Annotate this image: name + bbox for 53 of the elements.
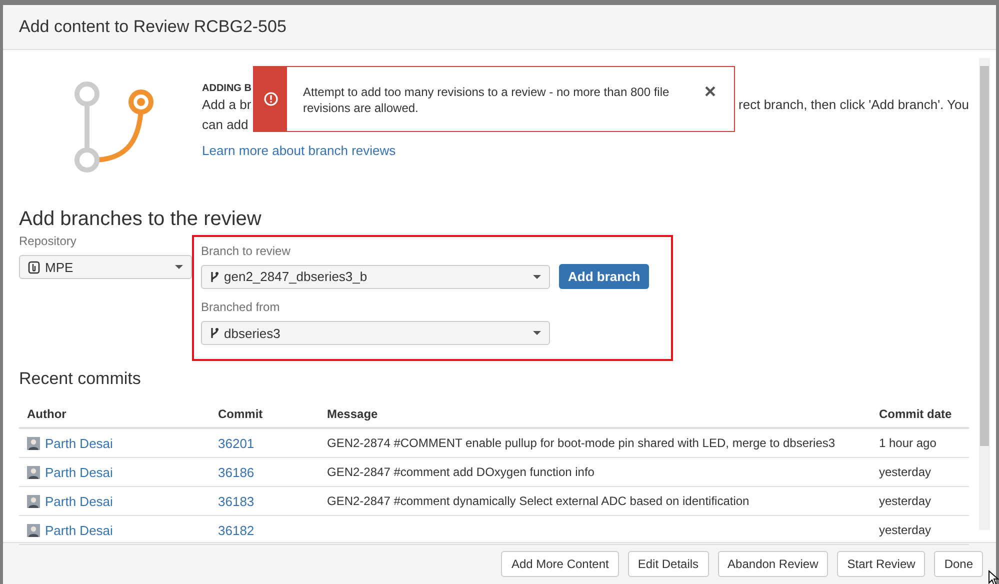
form-title: Add branches to the review <box>19 207 262 231</box>
description-text: Add a br <box>202 96 252 114</box>
footer-button[interactable]: Abandon Review <box>718 550 828 576</box>
column-header: Commit <box>210 400 319 428</box>
branch-icon <box>210 327 219 339</box>
commit-link[interactable]: 36182 <box>218 522 254 538</box>
caret-icon <box>533 274 541 278</box>
branch-icon <box>210 270 219 282</box>
commit-message: GEN2-2847 #comment add DOxygen function info <box>327 465 594 479</box>
alert-message: Attempt to add too many revisions to a review - no more than 800 file revisions are allowed. <box>302 84 670 116</box>
description-text: can add <box>202 116 248 134</box>
repository-select[interactable]: MPE <box>19 255 192 279</box>
section-heading: ADDING B <box>202 83 252 95</box>
branch-select[interactable]: gen2_2847_dbseries3_b <box>201 264 550 288</box>
commit-link[interactable]: 36186 <box>218 464 254 480</box>
field-label: Repository <box>19 233 76 249</box>
caret-icon <box>175 265 183 269</box>
column-header: Message <box>319 400 871 428</box>
avatar-icon <box>27 524 40 536</box>
column-header: Commit date <box>871 400 969 428</box>
learn-more-link[interactable]: Learn more about branch reviews <box>202 143 396 158</box>
dialog-title: Add content to Review RCBG2-505 <box>19 17 286 37</box>
commit-date: yesterday <box>879 465 932 479</box>
commit-date: yesterday <box>879 494 932 508</box>
author-link[interactable]: Parth Desai <box>45 464 113 480</box>
author-link[interactable]: Parth Desai <box>45 522 113 538</box>
avatar-icon <box>27 466 40 478</box>
column-header: Author <box>19 400 210 428</box>
author-link[interactable]: Parth Desai <box>45 436 113 450</box>
field-label: Branch to review <box>201 243 290 259</box>
footer-button[interactable]: Start Review <box>837 550 926 576</box>
repository-icon <box>28 260 40 274</box>
footer-button[interactable]: Edit Details <box>628 550 709 576</box>
close-button[interactable]: × <box>704 83 716 101</box>
caret-icon <box>533 331 541 335</box>
commit-message: GEN2-2874 #COMMENT enable pullup for boot-mode pin shared with LED, merge to dbseries3 <box>327 436 836 450</box>
commit-date: 1 hour ago <box>879 436 936 450</box>
avatar-icon <box>27 494 40 508</box>
scrollbar[interactable] <box>979 58 990 530</box>
add-branch-button[interactable]: Add branch <box>559 264 650 289</box>
commit-message: GEN2-2847 #comment dynamically Select external ADC based on identification <box>327 494 750 508</box>
footer-button[interactable]: Done <box>934 550 983 576</box>
section-title: Recent commits <box>19 368 141 390</box>
author-link[interactable]: Parth Desai <box>45 494 113 508</box>
commit-date: yesterday <box>879 523 932 537</box>
error-icon <box>264 92 278 106</box>
description-text: rect branch, then click 'Add branch'. You <box>738 96 969 114</box>
footer-button[interactable]: Add More Content <box>501 550 619 576</box>
commit-link[interactable]: 36183 <box>218 494 254 508</box>
commit-link[interactable]: 36201 <box>218 436 254 450</box>
branch-select[interactable]: dbseries3 <box>201 321 550 345</box>
avatar-icon <box>27 436 40 450</box>
field-label: Branched from <box>201 299 280 315</box>
